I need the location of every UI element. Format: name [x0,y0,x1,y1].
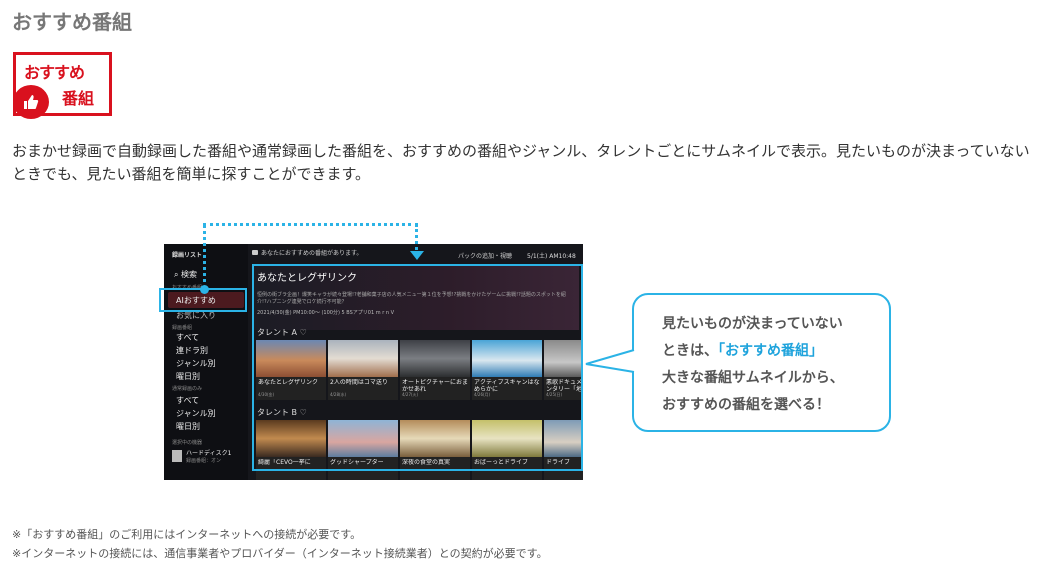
sidebar-item-normal-day[interactable]: 曜日別 [176,421,200,432]
hdd-icon [172,450,182,462]
sidebar: 録画リスト ⌕ 検索 おすすめ番組 AIおすすめ お気に入り 録画番組 すべて … [164,244,248,480]
callout-tail [585,349,635,373]
message-icon [252,250,258,255]
sidebar-item-rec-all[interactable]: すべて [176,332,199,343]
badge-line2: 番組 [62,89,95,108]
sidebar-item-normal-all[interactable]: すべて [176,395,199,406]
callout-line3: 大きな番組サムネイルから、 [662,370,844,386]
device-status: 録画番組：オン [186,458,222,464]
search-icon: ⌕ [174,270,179,279]
sidebar-section-rec: 録画番組 [172,325,193,331]
sidebar-item-rec-day[interactable]: 曜日別 [176,371,200,382]
connector-line-top [203,223,418,226]
arrow-down-icon [410,251,424,260]
callout-bubble: 見たいものが決まっていない ときは、「おすすめ番組」 大きな番組サムネイルから、… [632,293,891,432]
device-name: ハードディスク1 [186,450,232,457]
osusume-badge: おすすめ 番組 [13,52,112,119]
callout-line4: おすすめの番組を選べる！ [662,397,830,413]
callout-line1: 見たいものが決まっていない [662,316,843,332]
connector-line-left [203,224,206,290]
clock: 5/1(土) AM10:48 [527,253,576,260]
sidebar-header: 録画リスト [172,252,203,259]
page-title: おすすめ番組 [12,10,132,34]
callout-line2: ときは、「おすすめ番組」 [662,343,823,359]
footnote-2: ※インターネットの接続には、通信事業者やプロバイダー（インターネット接続業者）と… [12,547,548,560]
footnote-1: ※「おすすめ番組」のご利用にはインターネットへの接続が必要です。 [12,528,362,541]
notice-bar: あなたにおすすめの番組があります。 [252,248,362,257]
sidebar-item-rec-genre[interactable]: ジャンル別 [176,358,216,369]
sidebar-item-search[interactable]: ⌕ 検索 [174,269,197,280]
sidebar-section-device: 選択中の機器 [172,440,203,446]
content-highlight-frame [252,264,583,471]
connector-line-right [415,224,418,250]
connector-dot [200,285,209,294]
callout-highlight: 「おすすめ番組」 [718,343,823,359]
sidebar-section-normal: 通常録画のみ [172,386,203,392]
badge-line1: おすすめ [24,63,85,82]
pack-action[interactable]: パックの追加・視聴 [458,251,512,260]
thumbs-up-icon [13,85,49,119]
sidebar-item-normal-genre[interactable]: ジャンル別 [176,408,216,419]
sidebar-item-rec-drama[interactable]: 連ドラ別 [176,345,208,356]
description: おまかせ録画で自動録画した番組や通常録画した番組を、おすすめの番組やジャンル、タ… [12,142,1030,183]
